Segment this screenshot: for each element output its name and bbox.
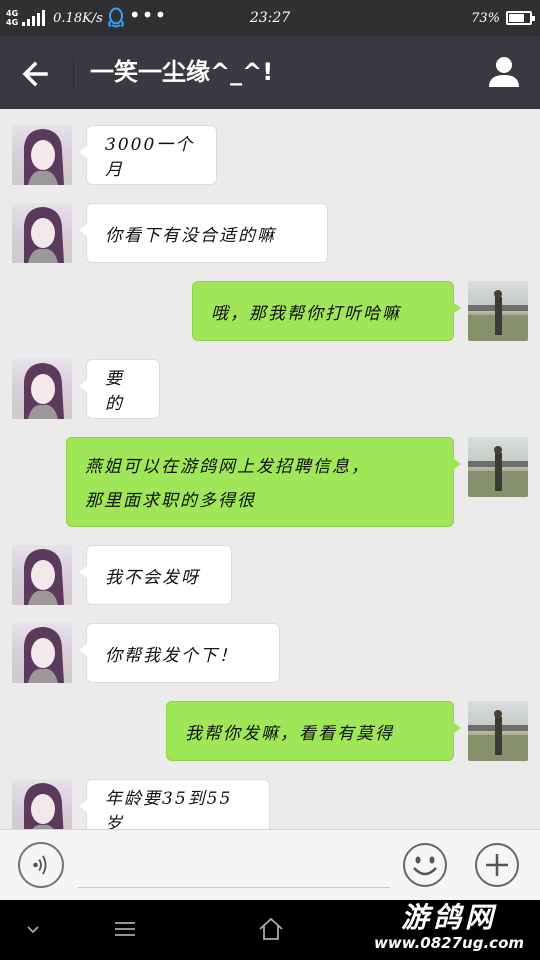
watermark-name: 游鸽网 xyxy=(400,901,497,934)
outgoing-bubble[interactable]: 哦，那我帮你打听哈嘛 xyxy=(192,281,461,341)
contact-avatar[interactable] xyxy=(12,623,72,683)
back-arrow-icon[interactable] xyxy=(16,54,56,94)
message-text: 我帮你发嘛，看看有莫得 xyxy=(185,723,394,744)
watermark-url: www.0827ug.com xyxy=(374,934,524,952)
system-nav-bar: 游鸽网 www.0827ug.com xyxy=(0,900,540,960)
my-avatar[interactable] xyxy=(468,437,528,497)
outgoing-bubble[interactable]: 燕姐可以在游鸽网上发招聘信息， 那里面求职的多得很 xyxy=(66,437,461,527)
message-input[interactable] xyxy=(78,846,390,888)
site-watermark: 游鸽网 www.0827ug.com xyxy=(364,902,534,958)
clock: 23:27 xyxy=(249,10,291,26)
message-text: 我不会发呀 xyxy=(105,567,200,588)
incoming-bubble[interactable]: 你看下有没合适的嘛 xyxy=(79,203,328,263)
message-text: 要的 xyxy=(105,369,124,414)
message-text-line-1: 燕姐可以在游鸽网上发招聘信息， xyxy=(85,457,370,477)
message-text: 3000一个月 xyxy=(105,135,195,180)
message-text: 年龄要35到55岁 xyxy=(105,789,233,829)
message-text: 你看下有没合适的嘛 xyxy=(105,225,276,246)
menu-icon[interactable] xyxy=(110,914,140,944)
header-divider xyxy=(73,58,74,88)
profile-icon[interactable] xyxy=(486,54,522,90)
message-list[interactable]: 3000一个月 你看下有没合适的嘛 哦，那我帮你打听哈嘛 要的 燕姐可以在游鸽网 xyxy=(0,109,540,829)
incoming-bubble[interactable]: 我不会发呀 xyxy=(79,545,232,605)
chevron-down-icon[interactable] xyxy=(18,914,48,944)
incoming-bubble[interactable]: 要的 xyxy=(79,359,160,419)
contact-avatar[interactable] xyxy=(12,203,72,263)
my-avatar[interactable] xyxy=(468,281,528,341)
message-text: 你帮我发个下！ xyxy=(105,645,238,666)
outgoing-bubble[interactable]: 我帮你发嘛，看看有莫得 xyxy=(166,701,461,761)
my-avatar[interactable] xyxy=(468,701,528,761)
contact-avatar[interactable] xyxy=(12,359,72,419)
battery-icon xyxy=(506,11,535,25)
status-right: 73% xyxy=(471,0,535,36)
home-icon[interactable] xyxy=(256,914,286,944)
status-bar: 4G 4G 0.18K/s ••• 23:27 73% xyxy=(0,0,540,36)
chat-header: 一笑一尘缘^_^! xyxy=(0,36,540,109)
battery-fill xyxy=(509,14,524,22)
incoming-bubble[interactable]: 你帮我发个下！ xyxy=(79,623,280,683)
message-text-line-2: 那里面求职的多得很 xyxy=(85,491,256,511)
emoji-icon[interactable] xyxy=(402,842,448,888)
incoming-bubble[interactable]: 3000一个月 xyxy=(79,125,217,185)
contact-avatar[interactable] xyxy=(12,125,72,185)
battery-percent: 73% xyxy=(471,10,500,26)
contact-avatar[interactable] xyxy=(12,545,72,605)
contact-avatar[interactable] xyxy=(12,779,72,829)
plus-icon[interactable] xyxy=(474,842,520,888)
voice-icon[interactable] xyxy=(18,842,64,888)
chat-title: 一笑一尘缘^_^! xyxy=(90,58,274,86)
message-text: 哦，那我帮你打听哈嘛 xyxy=(211,303,401,324)
input-bar xyxy=(0,829,540,900)
incoming-bubble[interactable]: 年龄要35到55岁 xyxy=(79,779,270,829)
